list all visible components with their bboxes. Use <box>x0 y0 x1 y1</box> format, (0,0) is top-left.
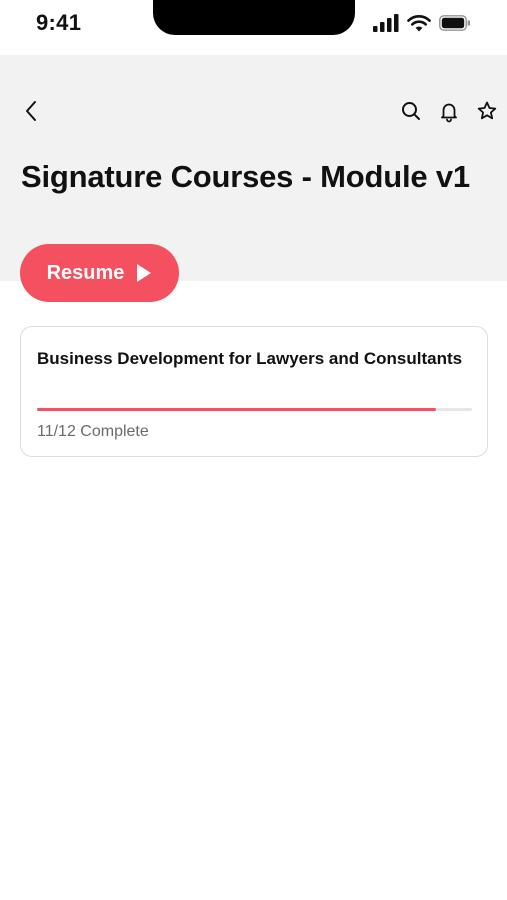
play-icon <box>137 264 152 282</box>
screen: 9:41 Signature Courses - Module v1 Resum… <box>0 0 507 900</box>
resume-button-label: Resume <box>46 261 125 284</box>
resume-button[interactable]: Resume <box>20 244 179 302</box>
signal-icon <box>373 14 399 32</box>
header-actions <box>397 97 501 125</box>
back-button[interactable] <box>18 97 46 125</box>
wifi-icon <box>407 15 431 32</box>
status-icons <box>373 14 471 32</box>
status-bar: 9:41 <box>0 0 507 55</box>
search-button[interactable] <box>397 97 425 125</box>
page-title: Signature Courses - Module v1 <box>21 159 470 194</box>
course-title: Business Development for Lawyers and Con… <box>37 349 463 368</box>
progress-bar <box>37 408 472 411</box>
status-time: 9:41 <box>36 10 82 35</box>
notifications-button[interactable] <box>435 97 463 125</box>
progress-fill <box>37 408 436 411</box>
course-card[interactable]: Business Development for Lawyers and Con… <box>20 326 488 457</box>
favorite-button[interactable] <box>473 97 501 125</box>
star-icon <box>477 101 497 120</box>
notch <box>153 0 355 35</box>
battery-icon <box>439 15 470 31</box>
chevron-left-icon <box>26 101 36 121</box>
bell-icon <box>441 103 457 123</box>
course-status: 11/12 Complete <box>37 423 149 440</box>
search-icon <box>402 102 420 120</box>
